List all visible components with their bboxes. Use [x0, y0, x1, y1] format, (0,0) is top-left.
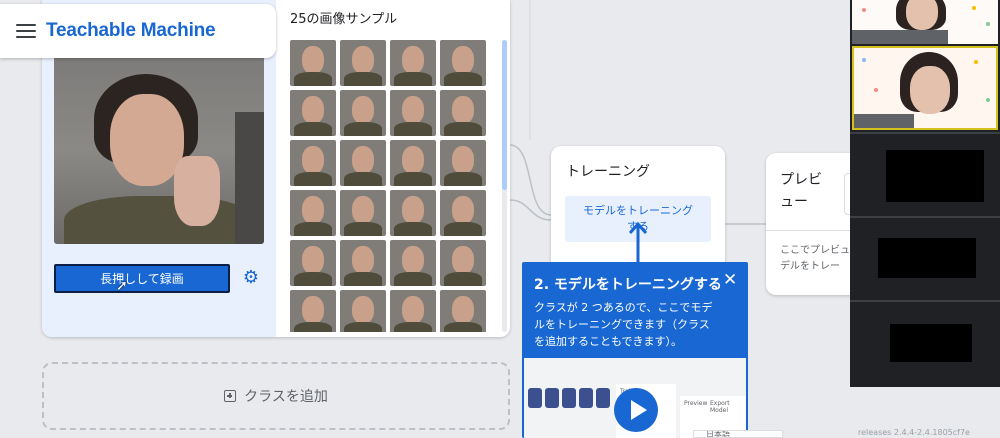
app-title[interactable]: Teachable Machine: [46, 20, 216, 42]
preview-divider: [766, 230, 860, 231]
tutorial-body-line1: クラスが 2 つあるので、ここでモデ: [534, 301, 713, 314]
tutorial-body-line2: ルをトレーニングできます（クラス: [534, 318, 710, 331]
tutorial-video[interactable]: Training Preview Export Model: [524, 358, 746, 438]
sample-thumbnail[interactable]: [340, 90, 386, 136]
participant-2-face: [910, 66, 950, 114]
play-icon[interactable]: [614, 388, 658, 432]
tile-separator: [850, 300, 1000, 302]
samples-title: 25の画像サンプル: [290, 12, 398, 27]
samples-grid: [290, 40, 490, 332]
preview-title-line2: ュー: [780, 194, 808, 210]
video-call-sidebar: [850, 0, 1000, 387]
participant-tile-1[interactable]: [852, 0, 998, 44]
tile-separator: [850, 216, 1000, 218]
sample-thumbnail[interactable]: [290, 290, 336, 332]
preview-card: プレビ ュー ここでプレビュ デルをトレー: [766, 153, 860, 295]
add-class-label: クラスを追加: [244, 389, 328, 405]
cursor-icon: ➚: [116, 278, 128, 294]
sample-thumbnail[interactable]: [340, 190, 386, 236]
train-button-line1: モデルをトレーニング: [583, 204, 693, 217]
person-body: [64, 196, 254, 244]
sample-thumbnail[interactable]: [440, 190, 486, 236]
preview-desc-line1: ここでプレビュ: [780, 245, 850, 256]
sample-thumbnail[interactable]: [290, 140, 336, 186]
video-label-preview: Preview: [684, 400, 708, 407]
sample-thumbnail[interactable]: [390, 240, 436, 286]
record-button[interactable]: 長押しして録画: [54, 264, 230, 293]
participant-1-face: [906, 0, 938, 30]
video-label-export: Export Model: [710, 400, 730, 414]
samples-scrollbar[interactable]: [502, 40, 507, 332]
sample-thumbnail[interactable]: [440, 290, 486, 332]
menu-icon[interactable]: [16, 24, 36, 38]
version-text: releases 2.4.4-2.4.1805cf7e: [858, 428, 970, 437]
app-header: Teachable Machine: [0, 4, 276, 58]
scrollbar-thumb[interactable]: [502, 40, 507, 190]
arrow-up-icon: [628, 221, 648, 264]
add-class-button[interactable]: クラスを追加: [42, 362, 510, 430]
sample-thumbnail[interactable]: [440, 140, 486, 186]
preview-description: ここでプレビュ デルをトレー: [780, 243, 860, 275]
sample-thumbnail[interactable]: [390, 290, 436, 332]
sample-thumbnail[interactable]: [290, 90, 336, 136]
sample-thumbnail[interactable]: [440, 40, 486, 86]
tutorial-body: クラスが 2 つあるので、ここでモデ ルをトレーニングできます（クラス を追加す…: [534, 299, 739, 350]
sample-thumbnail[interactable]: [440, 240, 486, 286]
sample-thumbnail[interactable]: [340, 40, 386, 86]
sample-thumbnail[interactable]: [390, 40, 436, 86]
participant-tile-3-hidden[interactable]: [886, 150, 984, 202]
sample-thumbnail[interactable]: [290, 40, 336, 86]
sample-thumbnail[interactable]: [340, 290, 386, 332]
sample-thumbnail[interactable]: [290, 240, 336, 286]
sample-thumbnail[interactable]: [390, 190, 436, 236]
plus-box-icon: [224, 390, 237, 402]
tutorial-title: 2. モデルをトレーニングする: [534, 277, 722, 293]
language-selector[interactable]: 日本語: [693, 430, 783, 438]
participant-tile-5-hidden[interactable]: [890, 324, 972, 362]
sample-thumbnail[interactable]: [390, 90, 436, 136]
person-hand: [174, 156, 220, 226]
close-icon[interactable]: ✕: [723, 270, 737, 290]
tutorial-popup: 2. モデルをトレーニングする ✕ クラスが 2 つあるので、ここでモデ ルをト…: [522, 262, 748, 438]
workspace: 長押しして録画 ⚙ 25の画像サンプル ➚ クラスを追加 トレーニング モデルを…: [0, 0, 860, 438]
video-thumbnail-strip: [524, 388, 614, 414]
preview-title: プレビ ュー: [780, 169, 836, 213]
participant-2-name-bar: [854, 114, 914, 128]
tutorial-body-line3: を追加することもできます）。: [534, 335, 683, 348]
samples-panel: 25の画像サンプル: [276, 0, 510, 337]
preview-title-line1: プレビ: [780, 172, 822, 188]
sample-thumbnail[interactable]: [340, 140, 386, 186]
sample-thumbnail[interactable]: [290, 190, 336, 236]
preview-desc-line2: デルをトレー: [780, 261, 840, 272]
webcam-video: [54, 56, 264, 244]
webcam-background: [235, 112, 264, 244]
participant-tile-4-hidden[interactable]: [878, 238, 976, 278]
sample-thumbnail[interactable]: [340, 240, 386, 286]
participant-tile-2[interactable]: [852, 46, 998, 130]
participant-1-name-bar: [852, 30, 948, 44]
settings-icon[interactable]: ⚙: [241, 268, 261, 288]
person-face: [110, 94, 184, 186]
training-title: トレーニング: [566, 164, 650, 180]
sample-thumbnail[interactable]: [390, 140, 436, 186]
tile-separator: [850, 132, 1000, 134]
sample-thumbnail[interactable]: [440, 90, 486, 136]
